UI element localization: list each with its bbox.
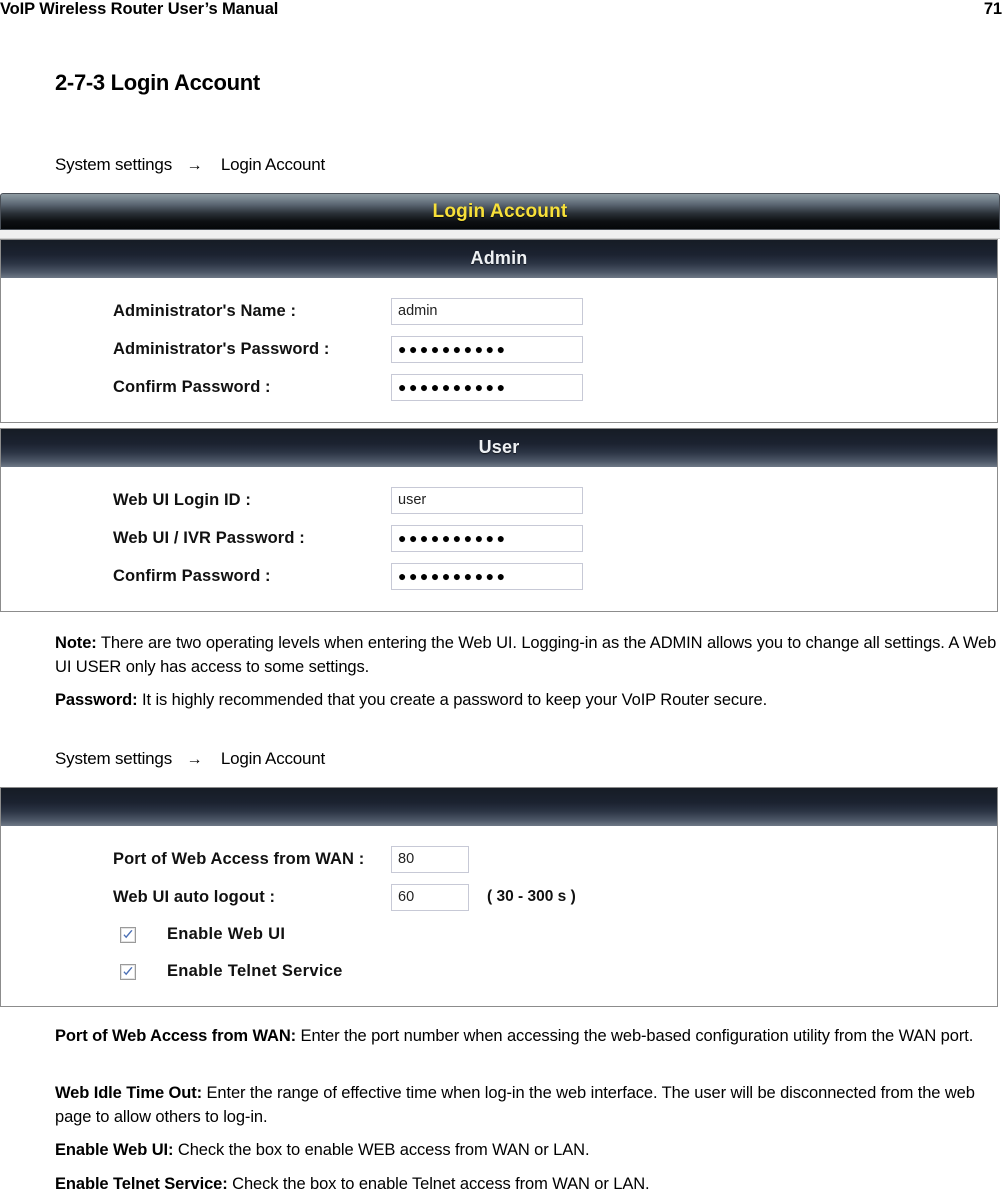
web-idle-time-out-paragraph: Web Idle Time Out: Enter the range of ef… [55,1081,1003,1129]
form-row: Web UI / IVR Password : ●●●●●●●●●● [1,519,997,557]
breadcrumb-root: System settings [55,155,172,174]
titlebar-divider [0,230,1000,239]
user-confirm-password-label: Confirm Password : [113,566,271,585]
enable-web-ui-body: Check the box to enable WEB access from … [173,1141,590,1159]
enable-telnet-service-checkbox[interactable] [120,963,136,980]
breadcrumb-root: System settings [55,749,172,768]
form-row: Confirm Password : ●●●●●●●●●● [1,557,997,595]
check-icon [123,929,133,938]
password-paragraph: Password: It is highly recommended that … [55,688,1003,712]
user-panel-body: Web UI Login ID : user Web UI / IVR Pass… [1,467,997,611]
enable-web-ui-term: Enable Web UI: [55,1141,174,1159]
form-row: Administrator's Name : admin [1,292,997,330]
admin-panel-header: Admin [1,240,997,278]
port-of-web-access-term: Port of Web Access from WAN: [55,1027,297,1045]
form-row: Port of Web Access from WAN : 80 [1,840,997,878]
window-title: Login Account [432,201,568,222]
port-of-web-access-paragraph: Port of Web Access from WAN: Enter the p… [55,1024,1003,1048]
port-of-web-access-body: Enter the port number when accessing the… [296,1027,974,1045]
user-panel: User Web UI Login ID : user Web UI / IVR… [0,428,998,612]
admin-panel-body: Administrator's Name : admin Administrat… [1,278,997,422]
login-account-screenshot: Login Account Admin Administrator's Name… [0,193,1006,612]
web-ui-ivr-password-label: Web UI / IVR Password : [113,528,305,547]
page-number: 71 [983,0,1002,18]
enable-web-ui-paragraph: Enable Web UI: Check the box to enable W… [55,1138,1003,1162]
breadcrumb-leaf: Login Account [220,749,326,768]
web-idle-time-out-term: Web Idle Time Out: [55,1084,203,1102]
enable-web-ui-checkbox[interactable] [120,926,136,943]
user-confirm-password-input[interactable]: ●●●●●●●●●● [391,562,583,590]
form-row: Web UI auto logout : 60 ( 30 - 300 s ) [1,878,997,916]
breadcrumb-leaf: Login Account [220,155,326,174]
port-of-web-access-label: Port of Web Access from WAN : [113,849,365,868]
form-row: Confirm Password : ●●●●●●●●●● [1,368,997,406]
web-access-panel-header [1,788,997,826]
enable-telnet-service-row[interactable]: Enable Telnet Service [1,953,997,990]
section-heading: 2-7-3 Login Account [55,70,260,95]
web-ui-auto-logout-input[interactable]: 60 [391,883,469,911]
breadcrumb: System settings → Login Account [55,155,325,175]
web-ui-login-id-input[interactable]: user [391,486,583,514]
arrow-right-icon: → [186,157,203,174]
check-icon [123,966,133,975]
form-row: Administrator's Password : ●●●●●●●●●● [1,330,997,368]
window-titlebar: Login Account [0,193,1000,230]
web-ui-ivr-password-input[interactable]: ●●●●●●●●●● [391,524,583,552]
arrow-right-icon: → [186,751,203,768]
web-access-panel: Port of Web Access from WAN : 80 Web UI … [0,787,998,1007]
enable-telnet-service-term: Enable Telnet Service: [55,1175,228,1193]
note-paragraph: Note: There are two operating levels whe… [55,631,1003,679]
form-row: Web UI Login ID : user [1,481,997,519]
administrators-password-label: Administrator's Password : [113,339,330,358]
web-ui-login-id-field: user [391,486,583,514]
enable-telnet-service-label: Enable Telnet Service [167,962,343,980]
note-term: Note: [55,634,97,652]
manual-title: VoIP Wireless Router User’s Manual [0,0,279,18]
enable-telnet-service-body: Check the box to enable Telnet access fr… [227,1175,650,1193]
administrators-name-input[interactable]: admin [391,297,583,325]
note-body: There are two operating levels when ente… [55,634,997,676]
web-access-panel-body: Port of Web Access from WAN : 80 Web UI … [1,826,997,1006]
admin-confirm-password-field: ●●●●●●●●●● [391,373,583,401]
admin-confirm-password-label: Confirm Password : [113,377,271,396]
user-panel-title: User [478,437,520,457]
enable-web-ui-row[interactable]: Enable Web UI [1,916,997,953]
breadcrumb: System settings → Login Account [55,749,325,769]
web-ui-auto-logout-field: 60 ( 30 - 300 s ) [391,883,576,911]
enable-telnet-service-paragraph: Enable Telnet Service: Check the box to … [55,1172,1003,1196]
web-ui-login-id-label: Web UI Login ID : [113,490,251,509]
web-ui-ivr-password-field: ●●●●●●●●●● [391,524,583,552]
admin-confirm-password-input[interactable]: ●●●●●●●●●● [391,373,583,401]
user-panel-header: User [1,429,997,467]
web-access-settings-screenshot: Port of Web Access from WAN : 80 Web UI … [0,787,1006,1007]
administrators-password-input[interactable]: ●●●●●●●●●● [391,335,583,363]
user-confirm-password-field: ●●●●●●●●●● [391,562,583,590]
port-of-web-access-input[interactable]: 80 [391,845,469,873]
port-of-web-access-field: 80 [391,845,469,873]
enable-web-ui-label: Enable Web UI [167,925,286,943]
password-body: It is highly recommended that you create… [137,691,768,709]
web-ui-auto-logout-label: Web UI auto logout : [113,887,276,906]
administrators-password-field: ●●●●●●●●●● [391,335,583,363]
administrators-name-label: Administrator's Name : [113,301,297,320]
running-head: VoIP Wireless Router User’s Manual 71 [0,0,1006,22]
web-ui-auto-logout-range-hint: ( 30 - 300 s ) [487,888,576,905]
admin-panel-title: Admin [470,248,528,268]
administrators-name-field: admin [391,297,583,325]
admin-panel: Admin Administrator's Name : admin Admin… [0,239,998,423]
password-term: Password: [55,691,138,709]
